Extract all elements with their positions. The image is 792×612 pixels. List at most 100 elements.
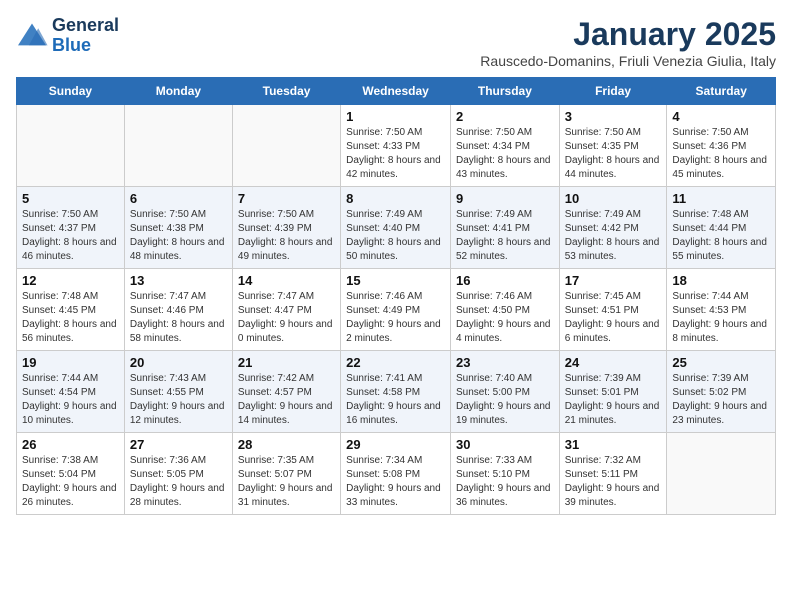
- weekday-header-wednesday: Wednesday: [341, 78, 451, 105]
- day-number: 23: [456, 355, 554, 370]
- weekday-header-sunday: Sunday: [17, 78, 125, 105]
- day-number: 8: [346, 191, 445, 206]
- day-detail: Sunrise: 7:41 AM Sunset: 4:58 PM Dayligh…: [346, 372, 445, 428]
- day-number: 31: [565, 437, 662, 452]
- day-detail: Sunrise: 7:50 AM Sunset: 4:33 PM Dayligh…: [346, 126, 445, 182]
- day-number: 25: [672, 355, 770, 370]
- day-detail: Sunrise: 7:40 AM Sunset: 5:00 PM Dayligh…: [456, 372, 554, 428]
- day-detail: Sunrise: 7:34 AM Sunset: 5:08 PM Dayligh…: [346, 454, 445, 510]
- calendar-cell: 3 Sunrise: 7:50 AM Sunset: 4:35 PM Daylig…: [559, 105, 667, 187]
- weekday-header-row: SundayMondayTuesdayWednesdayThursdayFrid…: [17, 78, 776, 105]
- day-number: 9: [456, 191, 554, 206]
- calendar-cell: 22 Sunrise: 7:41 AM Sunset: 4:58 PM Dayli…: [341, 351, 451, 433]
- day-number: 26: [22, 437, 119, 452]
- location-subtitle: Rauscedo-Domanins, Friuli Venezia Giulia…: [480, 53, 776, 69]
- day-detail: Sunrise: 7:49 AM Sunset: 4:42 PM Dayligh…: [565, 208, 662, 264]
- calendar-cell: [232, 105, 340, 187]
- weekday-header-thursday: Thursday: [450, 78, 559, 105]
- day-detail: Sunrise: 7:48 AM Sunset: 4:44 PM Dayligh…: [672, 208, 770, 264]
- calendar-cell: 6Sunrise: 7:50 AM Sunset: 4:38 PM Daylig…: [124, 187, 232, 269]
- day-number: 2: [456, 109, 554, 124]
- day-detail: Sunrise: 7:50 AM Sunset: 4:35 PM Dayligh…: [565, 126, 662, 182]
- day-detail: Sunrise: 7:50 AM Sunset: 4:37 PM Dayligh…: [22, 208, 119, 264]
- month-title: January 2025: [480, 16, 776, 53]
- day-number: 10: [565, 191, 662, 206]
- day-detail: Sunrise: 7:47 AM Sunset: 4:47 PM Dayligh…: [238, 290, 335, 346]
- logo-text-general: General: [52, 16, 119, 36]
- calendar-cell: 10 Sunrise: 7:49 AM Sunset: 4:42 PM Dayli…: [559, 187, 667, 269]
- day-number: 19: [22, 355, 119, 370]
- calendar-cell: [667, 433, 776, 515]
- weekday-header-friday: Friday: [559, 78, 667, 105]
- day-detail: Sunrise: 7:44 AM Sunset: 4:53 PM Dayligh…: [672, 290, 770, 346]
- calendar-cell: 5 Sunrise: 7:50 AM Sunset: 4:37 PM Daylig…: [17, 187, 125, 269]
- day-detail: Sunrise: 7:50 AM Sunset: 4:39 PM Dayligh…: [238, 208, 335, 264]
- weekday-header-tuesday: Tuesday: [232, 78, 340, 105]
- calendar-cell: 26 Sunrise: 7:38 AM Sunset: 5:04 PM Dayli…: [17, 433, 125, 515]
- day-detail: Sunrise: 7:47 AM Sunset: 4:46 PM Dayligh…: [130, 290, 227, 346]
- calendar-week-row: 1Sunrise: 7:50 AM Sunset: 4:33 PM Daylig…: [17, 105, 776, 187]
- calendar-cell: 14 Sunrise: 7:47 AM Sunset: 4:47 PM Dayli…: [232, 269, 340, 351]
- calendar-cell: 30Sunrise: 7:33 AM Sunset: 5:10 PM Dayli…: [450, 433, 559, 515]
- page-header: General Blue January 2025 Rauscedo-Doman…: [16, 16, 776, 69]
- day-number: 7: [238, 191, 335, 206]
- calendar-week-row: 12Sunrise: 7:48 AM Sunset: 4:45 PM Dayli…: [17, 269, 776, 351]
- calendar-cell: 18 Sunrise: 7:44 AM Sunset: 4:53 PM Dayli…: [667, 269, 776, 351]
- day-number: 15: [346, 273, 445, 288]
- calendar-cell: 17Sunrise: 7:45 AM Sunset: 4:51 PM Dayli…: [559, 269, 667, 351]
- calendar-cell: 24Sunrise: 7:39 AM Sunset: 5:01 PM Dayli…: [559, 351, 667, 433]
- day-detail: Sunrise: 7:46 AM Sunset: 4:49 PM Dayligh…: [346, 290, 445, 346]
- day-detail: Sunrise: 7:38 AM Sunset: 5:04 PM Dayligh…: [22, 454, 119, 510]
- day-number: 21: [238, 355, 335, 370]
- day-number: 22: [346, 355, 445, 370]
- day-number: 17: [565, 273, 662, 288]
- weekday-header-saturday: Saturday: [667, 78, 776, 105]
- day-number: 11: [672, 191, 770, 206]
- day-detail: Sunrise: 7:36 AM Sunset: 5:05 PM Dayligh…: [130, 454, 227, 510]
- day-number: 28: [238, 437, 335, 452]
- calendar-cell: 23 Sunrise: 7:40 AM Sunset: 5:00 PM Dayli…: [450, 351, 559, 433]
- day-detail: Sunrise: 7:49 AM Sunset: 4:41 PM Dayligh…: [456, 208, 554, 264]
- calendar-cell: 29 Sunrise: 7:34 AM Sunset: 5:08 PM Dayli…: [341, 433, 451, 515]
- day-number: 3: [565, 109, 662, 124]
- day-number: 30: [456, 437, 554, 452]
- calendar-cell: 13Sunrise: 7:47 AM Sunset: 4:46 PM Dayli…: [124, 269, 232, 351]
- calendar-cell: 9 Sunrise: 7:49 AM Sunset: 4:41 PM Daylig…: [450, 187, 559, 269]
- calendar-week-row: 19 Sunrise: 7:44 AM Sunset: 4:54 PM Dayli…: [17, 351, 776, 433]
- calendar-cell: 1Sunrise: 7:50 AM Sunset: 4:33 PM Daylig…: [341, 105, 451, 187]
- day-detail: Sunrise: 7:48 AM Sunset: 4:45 PM Dayligh…: [22, 290, 119, 346]
- day-detail: Sunrise: 7:32 AM Sunset: 5:11 PM Dayligh…: [565, 454, 662, 510]
- day-number: 18: [672, 273, 770, 288]
- calendar-cell: 31 Sunrise: 7:32 AM Sunset: 5:11 PM Dayli…: [559, 433, 667, 515]
- calendar-cell: 4Sunrise: 7:50 AM Sunset: 4:36 PM Daylig…: [667, 105, 776, 187]
- calendar-cell: [17, 105, 125, 187]
- calendar-cell: 27Sunrise: 7:36 AM Sunset: 5:05 PM Dayli…: [124, 433, 232, 515]
- calendar-cell: 28Sunrise: 7:35 AM Sunset: 5:07 PM Dayli…: [232, 433, 340, 515]
- day-detail: Sunrise: 7:43 AM Sunset: 4:55 PM Dayligh…: [130, 372, 227, 428]
- calendar-cell: 12Sunrise: 7:48 AM Sunset: 4:45 PM Dayli…: [17, 269, 125, 351]
- calendar-cell: 15 Sunrise: 7:46 AM Sunset: 4:49 PM Dayli…: [341, 269, 451, 351]
- day-number: 16: [456, 273, 554, 288]
- day-number: 29: [346, 437, 445, 452]
- day-number: 20: [130, 355, 227, 370]
- day-detail: Sunrise: 7:50 AM Sunset: 4:34 PM Dayligh…: [456, 126, 554, 182]
- logo-text-blue: Blue: [52, 36, 119, 56]
- calendar-week-row: 5 Sunrise: 7:50 AM Sunset: 4:37 PM Daylig…: [17, 187, 776, 269]
- calendar-cell: 7 Sunrise: 7:50 AM Sunset: 4:39 PM Daylig…: [232, 187, 340, 269]
- calendar-cell: 21 Sunrise: 7:42 AM Sunset: 4:57 PM Dayli…: [232, 351, 340, 433]
- calendar-cell: 20 Sunrise: 7:43 AM Sunset: 4:55 PM Dayli…: [124, 351, 232, 433]
- day-detail: Sunrise: 7:44 AM Sunset: 4:54 PM Dayligh…: [22, 372, 119, 428]
- calendar-cell: 8 Sunrise: 7:49 AM Sunset: 4:40 PM Daylig…: [341, 187, 451, 269]
- day-number: 6: [130, 191, 227, 206]
- weekday-header-monday: Monday: [124, 78, 232, 105]
- day-number: 5: [22, 191, 119, 206]
- day-number: 4: [672, 109, 770, 124]
- day-detail: Sunrise: 7:42 AM Sunset: 4:57 PM Dayligh…: [238, 372, 335, 428]
- day-detail: Sunrise: 7:49 AM Sunset: 4:40 PM Dayligh…: [346, 208, 445, 264]
- day-detail: Sunrise: 7:46 AM Sunset: 4:50 PM Dayligh…: [456, 290, 554, 346]
- calendar-cell: 11 Sunrise: 7:48 AM Sunset: 4:44 PM Dayli…: [667, 187, 776, 269]
- day-detail: Sunrise: 7:39 AM Sunset: 5:01 PM Dayligh…: [565, 372, 662, 428]
- calendar-cell: 2 Sunrise: 7:50 AM Sunset: 4:34 PM Daylig…: [450, 105, 559, 187]
- day-number: 14: [238, 273, 335, 288]
- calendar-cell: 16 Sunrise: 7:46 AM Sunset: 4:50 PM Dayli…: [450, 269, 559, 351]
